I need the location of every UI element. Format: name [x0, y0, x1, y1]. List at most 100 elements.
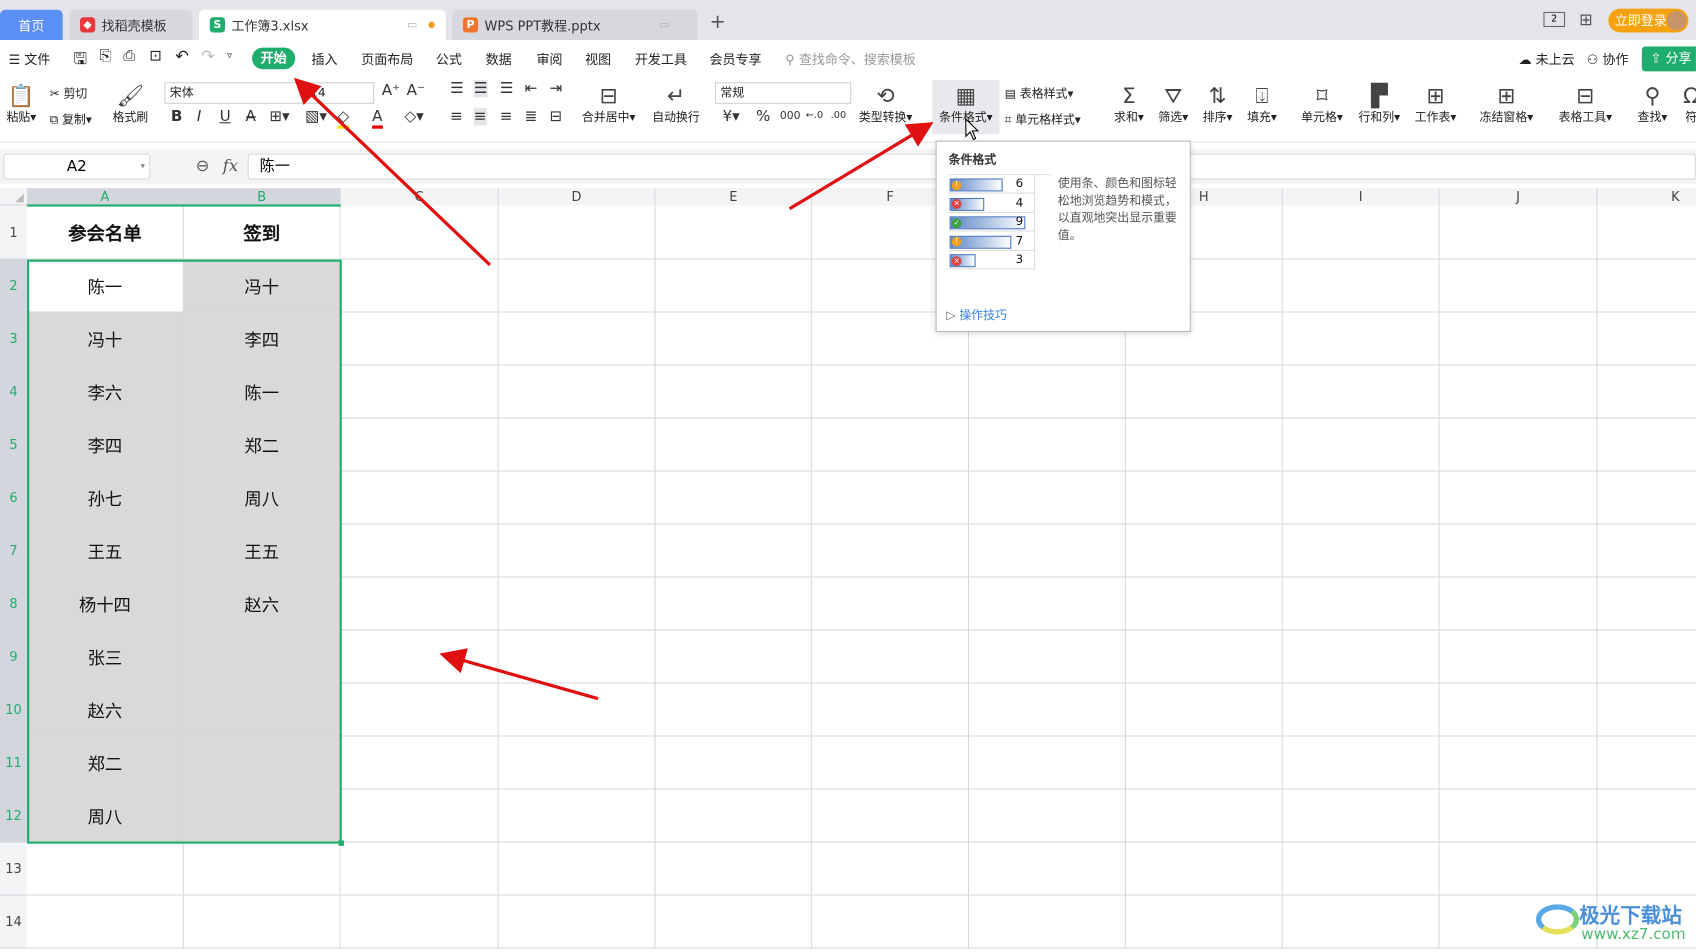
- tab-start[interactable]: 开始: [252, 47, 296, 70]
- distributed-icon[interactable]: ⊟: [549, 108, 562, 125]
- cell-J11[interactable]: [1439, 736, 1598, 790]
- cell-K7[interactable]: [1597, 524, 1696, 578]
- clear-format-icon[interactable]: ◇▾: [405, 108, 424, 125]
- fx-button[interactable]: fx: [223, 156, 238, 175]
- cell-B5[interactable]: 郑二: [183, 418, 341, 472]
- tab-insert[interactable]: 插入: [312, 50, 338, 68]
- tab-workbook[interactable]: S 工作簿3.xlsx ▭: [199, 9, 446, 41]
- cell-I10[interactable]: [1282, 683, 1440, 737]
- tab-page-layout[interactable]: 页面布局: [361, 50, 413, 68]
- cell-F10[interactable]: [812, 683, 970, 737]
- cell-C2[interactable]: [340, 259, 499, 313]
- cell-D2[interactable]: [498, 259, 656, 313]
- cell-H12[interactable]: [1125, 789, 1283, 843]
- cell-E14[interactable]: [655, 895, 813, 949]
- cell-C4[interactable]: [340, 365, 499, 419]
- tab-formulas[interactable]: 公式: [436, 50, 462, 68]
- copy-button[interactable]: ⧉ 复制▾: [50, 110, 92, 127]
- cell-J4[interactable]: [1439, 365, 1598, 419]
- cell-A4[interactable]: 李六: [27, 365, 184, 419]
- cell-style-button[interactable]: ⌗ 单元格样式▾: [1005, 110, 1081, 127]
- cell-J8[interactable]: [1439, 577, 1598, 631]
- cell-H5[interactable]: [1125, 418, 1283, 472]
- cell-C6[interactable]: [340, 471, 499, 525]
- column-header-B[interactable]: B: [183, 188, 341, 206]
- cell-B7[interactable]: 王五: [183, 524, 341, 578]
- cell-F8[interactable]: [812, 577, 970, 631]
- row-header-13[interactable]: 13: [0, 842, 28, 896]
- type-convert-button[interactable]: ⟲ 类型转换▾: [859, 82, 913, 125]
- cell-G10[interactable]: [969, 683, 1126, 737]
- cell-D1[interactable]: [498, 205, 656, 260]
- cell-D13[interactable]: [498, 842, 656, 896]
- row-header-6[interactable]: 6: [0, 471, 28, 525]
- cell-K10[interactable]: [1597, 683, 1696, 737]
- tab-member[interactable]: 会员专享: [710, 50, 762, 68]
- cell-I14[interactable]: [1282, 895, 1440, 949]
- command-search[interactable]: ⚲ 查找命令、搜索模板: [785, 50, 915, 68]
- tips-link[interactable]: ▷ 操作技巧: [946, 306, 1007, 323]
- cell-K13[interactable]: [1597, 842, 1696, 896]
- collab-button[interactable]: ⚇ 协作: [1587, 50, 1629, 68]
- row-header-5[interactable]: 5: [0, 418, 28, 472]
- cell-I2[interactable]: [1282, 259, 1440, 313]
- cell-H8[interactable]: [1125, 577, 1283, 631]
- cell-K6[interactable]: [1597, 471, 1696, 525]
- font-family-select[interactable]: 宋体: [164, 82, 306, 104]
- cell-I7[interactable]: [1282, 524, 1440, 578]
- quick-access-dropdown-icon[interactable]: ▿: [227, 51, 232, 62]
- column-header-E[interactable]: E: [655, 188, 813, 206]
- cell-D4[interactable]: [498, 365, 656, 419]
- cell-A2[interactable]: 陈一: [27, 259, 184, 313]
- cell-G6[interactable]: [969, 471, 1126, 525]
- cell-J13[interactable]: [1439, 842, 1598, 896]
- cell-E13[interactable]: [655, 842, 813, 896]
- increase-decimal-icon[interactable]: ←.0: [806, 110, 823, 121]
- filter-button[interactable]: ⛛ 筛选▾: [1158, 82, 1188, 125]
- new-tab-button[interactable]: +: [710, 11, 726, 34]
- row-header-8[interactable]: 8: [0, 577, 28, 631]
- cell-K12[interactable]: [1597, 789, 1696, 843]
- cell-F12[interactable]: [812, 789, 970, 843]
- cell-C13[interactable]: [340, 842, 499, 896]
- cell-button[interactable]: ⌑ 单元格▾: [1301, 82, 1343, 125]
- cell-G12[interactable]: [969, 789, 1126, 843]
- freeze-panes-button[interactable]: ⊞ 冻结窗格▾: [1480, 82, 1534, 125]
- cell-B9[interactable]: [183, 630, 341, 684]
- font-color-icon[interactable]: A: [372, 108, 383, 129]
- cell-B4[interactable]: 陈一: [183, 365, 341, 419]
- percent-icon[interactable]: %: [756, 108, 770, 125]
- row-header-9[interactable]: 9: [0, 630, 28, 684]
- cell-D7[interactable]: [498, 524, 656, 578]
- cell-A13[interactable]: [27, 842, 184, 896]
- cell-G5[interactable]: [969, 418, 1126, 472]
- increase-font-icon[interactable]: A⁺: [382, 82, 400, 99]
- cell-K5[interactable]: [1597, 418, 1696, 472]
- borders-icon[interactable]: ⊞▾: [269, 108, 289, 125]
- undo-icon[interactable]: ↶: [175, 47, 189, 66]
- export-icon[interactable]: ⎘: [100, 48, 112, 65]
- cell-E8[interactable]: [655, 577, 813, 631]
- cell-E5[interactable]: [655, 418, 813, 472]
- cell-B12[interactable]: [183, 789, 341, 843]
- cell-I9[interactable]: [1282, 630, 1440, 684]
- align-left-icon[interactable]: ≡: [450, 108, 463, 125]
- cell-F14[interactable]: [812, 895, 970, 949]
- cell-C11[interactable]: [340, 736, 499, 790]
- cell-G9[interactable]: [969, 630, 1126, 684]
- row-header-11[interactable]: 11: [0, 736, 28, 790]
- cell-E3[interactable]: [655, 312, 813, 366]
- align-top-icon[interactable]: ☰: [450, 80, 464, 97]
- table-tools-button[interactable]: ⊟ 表格工具▾: [1559, 82, 1613, 125]
- justify-icon[interactable]: ≣: [525, 108, 538, 125]
- cell-H11[interactable]: [1125, 736, 1283, 790]
- cell-I3[interactable]: [1282, 312, 1440, 366]
- cell-J1[interactable]: [1439, 205, 1598, 260]
- cell-G11[interactable]: [969, 736, 1126, 790]
- cell-J10[interactable]: [1439, 683, 1598, 737]
- cell-E7[interactable]: [655, 524, 813, 578]
- cell-F9[interactable]: [812, 630, 970, 684]
- share-button[interactable]: ⇪ 分享: [1641, 46, 1696, 72]
- cell-I4[interactable]: [1282, 365, 1440, 419]
- align-right-icon[interactable]: ≡: [500, 108, 513, 125]
